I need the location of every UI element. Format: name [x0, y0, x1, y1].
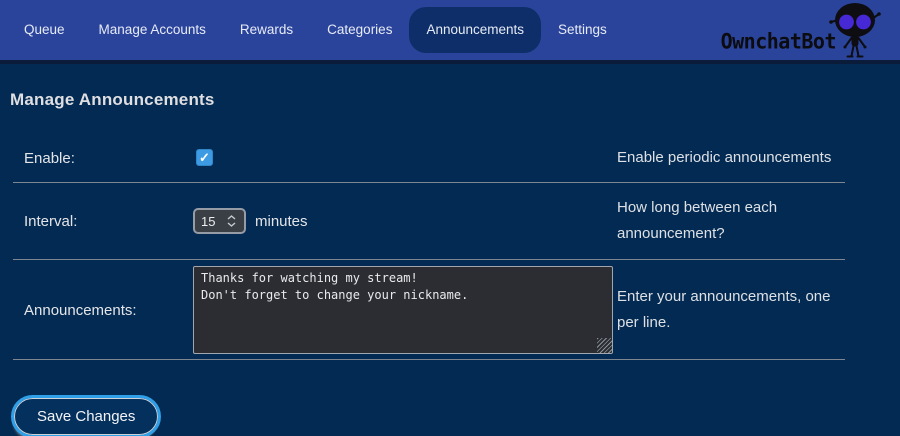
logo-text: OwnchatBot — [721, 28, 836, 53]
chevron-down-icon — [227, 222, 236, 227]
announcements-textarea[interactable]: Thanks for watching my stream! Don't for… — [193, 266, 613, 354]
save-changes-button[interactable]: Save Changes — [14, 398, 158, 435]
nav-item-manage-accounts[interactable]: Manage Accounts — [82, 7, 223, 53]
robot-logo-icon — [828, 1, 882, 59]
announcements-form: Enable: Enable periodic announcements In… — [13, 132, 845, 360]
form-row-announcements: Announcements: Thanks for watching my st… — [13, 260, 845, 360]
announcements-description: Enter your announcements, one per line. — [617, 284, 845, 336]
chevron-up-icon — [227, 215, 236, 220]
enable-label: Enable: — [13, 150, 193, 167]
nav-item-rewards[interactable]: Rewards — [223, 7, 310, 53]
page-title: Manage Announcements — [10, 90, 890, 110]
top-navbar: Queue Manage Accounts Rewards Categories… — [0, 0, 900, 64]
logo: OwnchatBot — [721, 0, 882, 60]
form-row-interval: Interval: minutes How long between each … — [13, 183, 845, 260]
interval-description: How long between each announcement? — [617, 195, 845, 247]
number-spinner[interactable] — [222, 215, 240, 227]
nav-item-announcements[interactable]: Announcements — [409, 7, 541, 53]
announcements-label: Announcements: — [13, 302, 193, 319]
enable-checkbox[interactable] — [196, 149, 213, 166]
enable-description: Enable periodic announcements — [617, 145, 845, 171]
nav-item-queue[interactable]: Queue — [7, 7, 82, 53]
form-row-enable: Enable: Enable periodic announcements — [13, 132, 845, 183]
interval-label: Interval: — [13, 213, 193, 230]
nav-item-categories[interactable]: Categories — [310, 7, 409, 53]
interval-unit-label: minutes — [255, 213, 308, 230]
interval-input-wrapper — [193, 208, 246, 234]
main-nav: Queue Manage Accounts Rewards Categories… — [7, 0, 624, 60]
interval-input[interactable] — [195, 214, 222, 229]
nav-item-settings[interactable]: Settings — [541, 7, 624, 53]
